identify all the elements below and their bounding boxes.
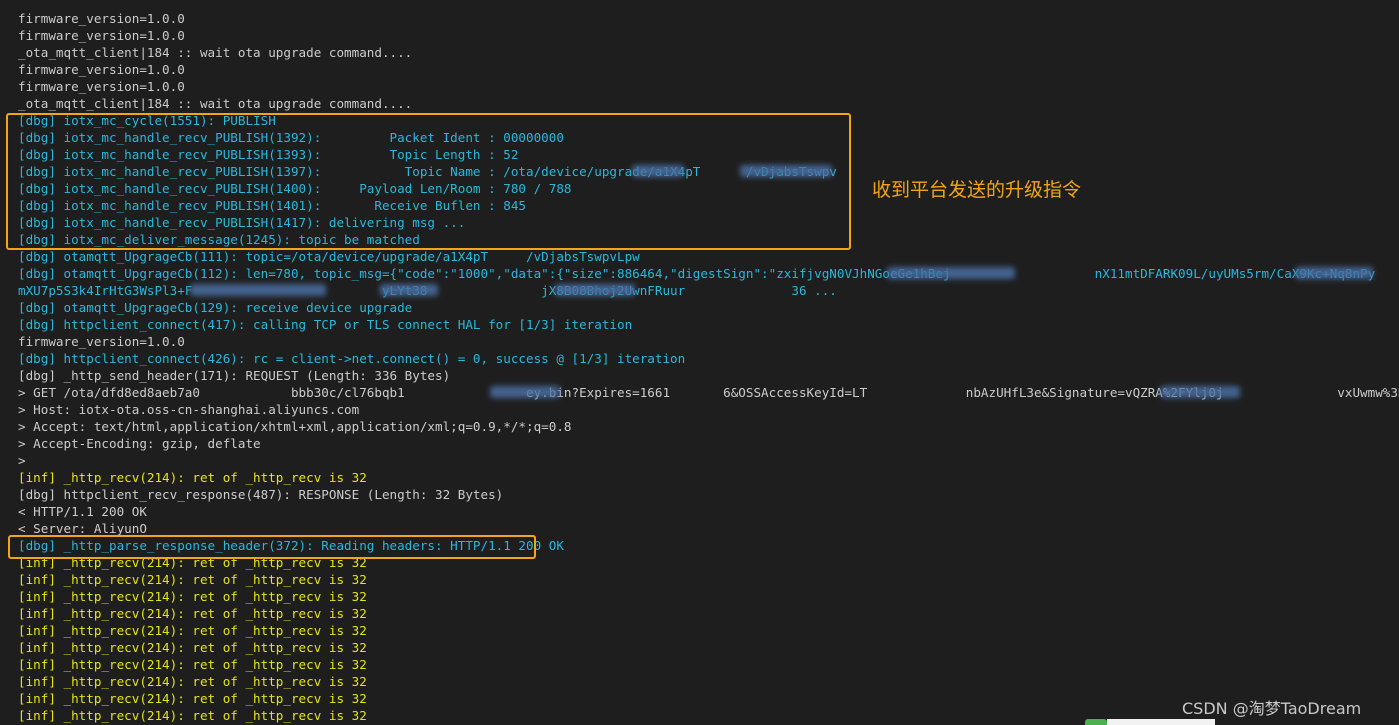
terminal-line: [dbg] otamqtt_UpgrageCb(129): receive de… — [18, 300, 413, 315]
terminal-line: [dbg] otamqtt_UpgrageCb(112): len=780, t… — [18, 266, 1399, 281]
terminal-line: [dbg] otamqtt_UpgrageCb(111): topic=/ota… — [18, 249, 640, 264]
terminal-line: firmware_version=1.0.0 — [18, 62, 185, 77]
terminal-line: [dbg] httpclient_connect(426): rc = clie… — [18, 351, 686, 366]
green-chip-icon — [1085, 719, 1107, 725]
terminal-line: [dbg] _http_send_header(171): REQUEST (L… — [18, 368, 451, 383]
terminal-line: [inf] _http_recv(214): ret of _http_recv… — [18, 606, 367, 621]
terminal-line: > — [18, 453, 26, 468]
terminal-line: [inf] _http_recv(214): ret of _http_recv… — [18, 623, 367, 638]
terminal-line: [dbg] httpclient_recv_response(487): RES… — [18, 487, 504, 502]
terminal-line: > Accept: text/html,application/xhtml+xm… — [18, 419, 572, 434]
terminal-window[interactable]: firmware_version=1.0.0 firmware_version=1… — [0, 0, 1399, 725]
terminal-line: > Host: iotx-ota.oss-cn-shanghai.aliyunc… — [18, 402, 360, 417]
terminal-line: firmware_version=1.0.0 — [18, 28, 185, 43]
redaction-mask — [887, 267, 1015, 279]
terminal-line: firmware_version=1.0.0 — [18, 11, 185, 26]
redaction-mask — [1160, 386, 1240, 398]
redaction-mask — [490, 386, 560, 398]
annotation-label: 收到平台发送的升级指令 — [872, 179, 1082, 201]
redaction-mask — [380, 284, 438, 296]
terminal-line: < HTTP/1.1 200 OK — [18, 504, 147, 519]
terminal-line: [inf] _http_recv(214): ret of _http_recv… — [18, 674, 367, 689]
terminal-line: firmware_version=1.0.0 — [18, 334, 185, 349]
terminal-line: _ota_mqtt_client|184 :: wait ota upgrade… — [18, 45, 413, 60]
redaction-mask — [555, 284, 635, 296]
terminal-line: [inf] _http_recv(214): ret of _http_recv… — [18, 657, 367, 672]
redaction-mask — [190, 284, 326, 296]
corner-popup — [1085, 717, 1215, 725]
terminal-line: [inf] _http_recv(214): ret of _http_recv… — [18, 640, 367, 655]
terminal-line: [inf] _http_recv(214): ret of _http_recv… — [18, 572, 367, 587]
redaction-mask — [1295, 267, 1373, 279]
response-header-highlight-box — [8, 535, 536, 559]
terminal-line: [inf] _http_recv(214): ret of _http_recv… — [18, 589, 367, 604]
popup-bar — [1107, 719, 1215, 725]
terminal-line: > Accept-Encoding: gzip, deflate — [18, 436, 261, 451]
terminal-line: [inf] _http_recv(214): ret of _http_recv… — [18, 470, 367, 485]
terminal-line: firmware_version=1.0.0 — [18, 79, 185, 94]
publish-highlight-box — [6, 113, 851, 250]
terminal-line: [dbg] httpclient_connect(417): calling T… — [18, 317, 633, 332]
csdn-watermark: CSDN @淘梦TaoDream — [1182, 699, 1362, 718]
terminal-line: _ota_mqtt_client|184 :: wait ota upgrade… — [18, 96, 413, 111]
